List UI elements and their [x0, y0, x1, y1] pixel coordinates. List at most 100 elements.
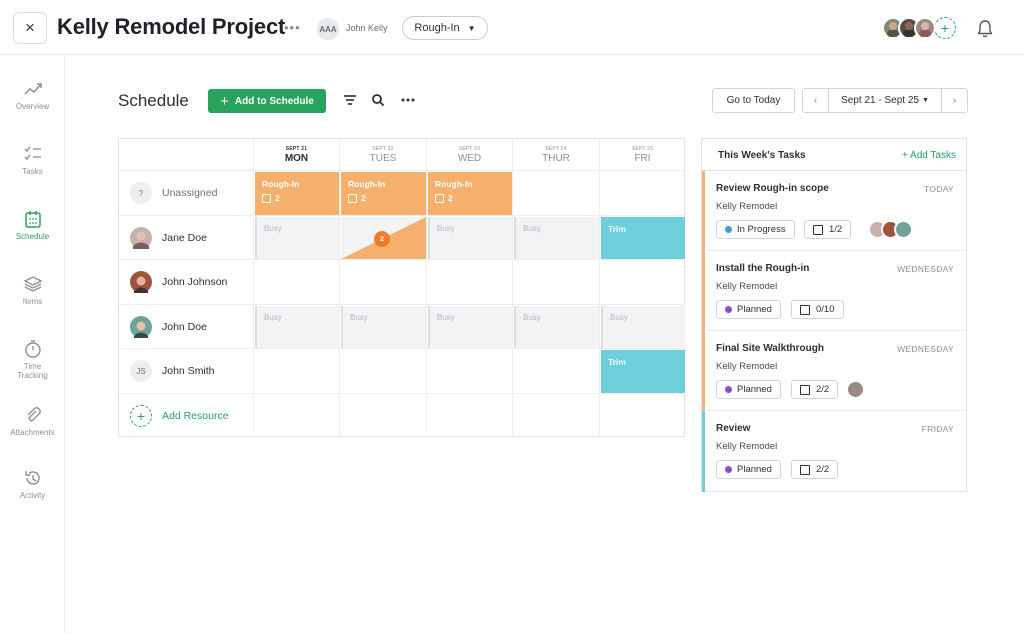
status-badge[interactable]: Planned: [716, 300, 781, 319]
checklist-icon: [24, 146, 41, 161]
checklist-badge[interactable]: 0/10: [791, 300, 844, 319]
schedule-block-rough-in[interactable]: Rough-In 2: [255, 172, 339, 215]
overlap-count-badge[interactable]: 2: [374, 231, 390, 247]
avatar: JS: [130, 360, 152, 382]
schedule-block-busy[interactable]: Busy: [514, 306, 599, 348]
status-badge[interactable]: In Progress: [716, 220, 795, 239]
day-date: SEPT 23: [458, 146, 481, 152]
schedule-block-busy[interactable]: Busy: [341, 306, 426, 348]
task-card[interactable]: Final Site Walkthrough WEDNESDAY Kelly R…: [702, 331, 966, 411]
status-label: In Progress: [737, 224, 786, 235]
trend-icon: [23, 83, 42, 95]
block-count: 2: [448, 193, 453, 203]
close-button[interactable]: ×: [13, 12, 47, 44]
schedule-block-busy[interactable]: Busy: [601, 306, 685, 348]
status-label: Planned: [737, 304, 772, 315]
checkbox-icon: [435, 193, 444, 203]
calendar-icon: [24, 211, 41, 228]
previous-week-button[interactable]: ‹: [803, 89, 829, 112]
schedule-block-busy[interactable]: Busy: [255, 306, 339, 348]
more-icon[interactable]: [401, 93, 415, 107]
sidebar-item-items[interactable]: Items: [0, 275, 65, 306]
schedule-block-busy[interactable]: Busy: [428, 217, 512, 259]
checklist-badge[interactable]: 1/2: [804, 220, 852, 239]
schedule-block-trim[interactable]: Trim: [601, 350, 685, 393]
resource-name: John Smith: [162, 365, 215, 377]
day-date: SEPT 21: [285, 146, 308, 152]
block-count: 2: [275, 193, 280, 203]
sidebar-item-time-tracking[interactable]: Time Tracking: [0, 340, 65, 380]
sidebar-item-overview[interactable]: Overview: [0, 80, 65, 111]
task-name: Final Site Walkthrough: [716, 343, 824, 354]
checklist-badge[interactable]: 2/2: [791, 460, 839, 479]
status-dot: [725, 306, 732, 313]
page-title: Schedule: [118, 91, 189, 110]
resource-row-jane-doe[interactable]: Jane Doe: [119, 216, 254, 260]
phase-dropdown[interactable]: Rough-In ▼: [402, 16, 488, 40]
add-resource-label: Add Resource: [162, 409, 229, 422]
task-name: Review Rough-in scope: [716, 183, 829, 194]
resource-row-john-doe[interactable]: John Doe: [119, 305, 254, 349]
status-badge[interactable]: Planned: [716, 380, 781, 399]
history-icon: [24, 471, 40, 485]
avatar: ?: [130, 182, 152, 204]
date-range-dropdown[interactable]: Sept 21 - Sept 25 ▼: [829, 89, 941, 112]
schedule-grid: SEPT 21 MON SEPT 22 TUES SEPT 23 WED SEP…: [118, 138, 685, 437]
sidebar-item-activity[interactable]: Activity: [0, 469, 65, 500]
phase-label: Rough-In: [414, 22, 460, 34]
grid-row-line: [254, 260, 685, 305]
go-to-today-button[interactable]: Go to Today: [712, 88, 795, 113]
bell-icon[interactable]: [976, 19, 994, 39]
block-checklist: 2: [435, 193, 505, 203]
avatar: [894, 220, 913, 239]
day-name: MON: [284, 153, 309, 164]
status-label: Planned: [737, 384, 772, 395]
add-to-schedule-label: Add to Schedule: [234, 95, 314, 107]
status-dot: [725, 386, 732, 393]
task-card[interactable]: Review FRIDAY Kelly Remodel Planned 2/2: [702, 411, 966, 492]
schedule-block-busy[interactable]: Busy: [514, 217, 599, 259]
chevron-right-icon: ›: [952, 94, 957, 107]
filter-icon[interactable]: [343, 93, 357, 107]
sidebar-item-label: Tasks: [22, 167, 43, 176]
more-options-button[interactable]: •••: [284, 20, 301, 35]
add-member-button[interactable]: +: [934, 17, 956, 39]
chevron-left-icon: ‹: [813, 94, 818, 107]
avatar: [130, 315, 152, 338]
add-to-schedule-button[interactable]: + Add to Schedule: [208, 89, 326, 113]
block-label: Rough-In: [348, 179, 386, 189]
task-assignees[interactable]: [846, 380, 865, 399]
team-avatars[interactable]: +: [882, 17, 956, 39]
add-tasks-button[interactable]: + Add Tasks: [902, 150, 956, 161]
schedule-block-overlap[interactable]: 2: [341, 217, 426, 259]
checklist-badge[interactable]: 2/2: [791, 380, 839, 399]
schedule-block-busy[interactable]: Busy: [428, 306, 512, 348]
schedule-block-trim[interactable]: Trim: [601, 217, 685, 259]
status-dot: [725, 466, 732, 473]
sidebar-item-attachments[interactable]: Attachments: [0, 406, 65, 437]
paperclip-icon: [27, 407, 41, 422]
task-card[interactable]: Install the Rough-in WEDNESDAY Kelly Rem…: [702, 251, 966, 331]
resource-name: Jane Doe: [162, 231, 207, 244]
status-badge[interactable]: Planned: [716, 460, 781, 479]
schedule-block-busy[interactable]: Busy: [255, 217, 339, 259]
search-icon[interactable]: [371, 93, 385, 107]
add-resource-row[interactable]: + Add Resource: [119, 394, 254, 437]
block-label: Rough-In: [435, 179, 473, 189]
sidebar-item-tasks[interactable]: Tasks: [0, 145, 65, 176]
sidebar-item-label: Time Tracking: [17, 362, 48, 380]
checklist-count: 1/2: [829, 224, 843, 235]
status-label: Planned: [737, 464, 772, 475]
schedule-block-rough-in[interactable]: Rough-In 2: [428, 172, 512, 215]
task-card[interactable]: Review Rough-in scope TODAY Kelly Remode…: [702, 171, 966, 251]
avatar: [130, 271, 152, 293]
resource-row-john-smith[interactable]: JS John Smith: [119, 349, 254, 394]
task-assignees[interactable]: [868, 220, 913, 239]
checklist-count: 0/10: [816, 304, 835, 315]
resource-row-john-johnson[interactable]: John Johnson: [119, 260, 254, 305]
schedule-block-rough-in[interactable]: Rough-In 2: [341, 172, 426, 215]
resource-row-unassigned[interactable]: ? Unassigned: [119, 171, 254, 216]
sidebar-item-schedule[interactable]: Schedule: [0, 210, 65, 241]
avatar[interactable]: [914, 17, 936, 39]
next-week-button[interactable]: ›: [941, 89, 967, 112]
